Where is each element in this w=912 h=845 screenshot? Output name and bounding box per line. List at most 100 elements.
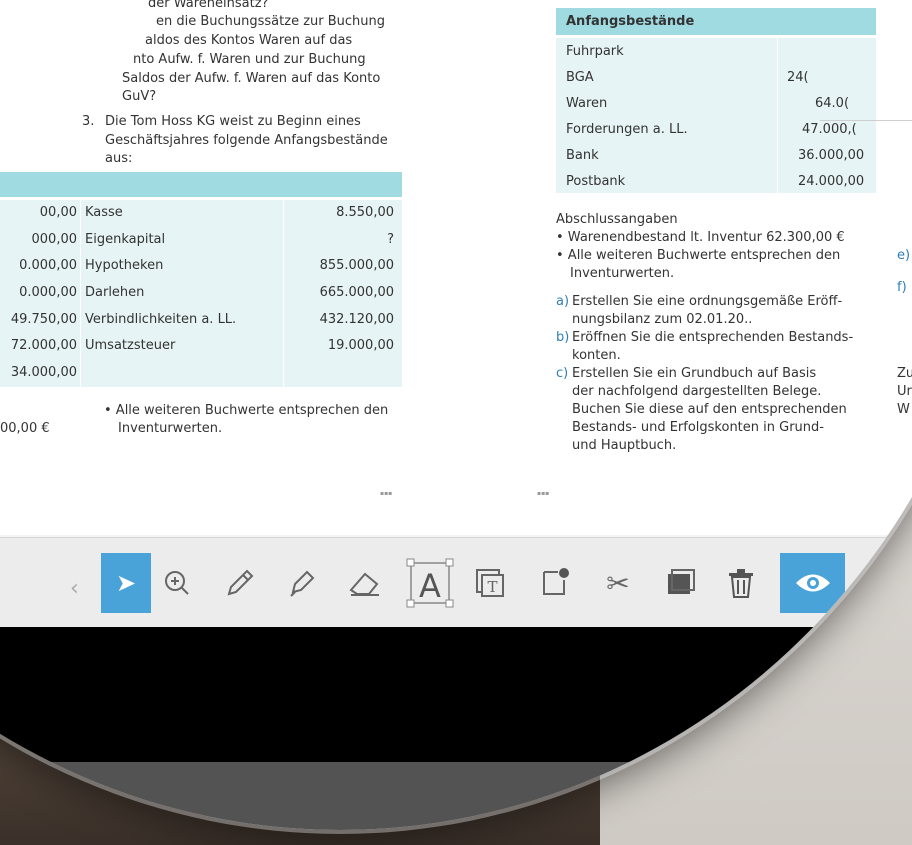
row-value: 24.000,00	[798, 174, 865, 189]
row-value: 64.0(	[815, 96, 850, 111]
trash-icon	[729, 569, 753, 598]
question-line: nto Aufw. f. Waren und zur Buchung	[133, 52, 366, 67]
table-divider	[283, 200, 284, 388]
pencil-tool-button[interactable]	[215, 553, 265, 613]
row-value: 24(	[787, 70, 809, 85]
note-icon	[543, 568, 569, 595]
screen-black-bar	[0, 627, 912, 762]
row-label: Forderungen a. LL.	[566, 122, 688, 137]
scissors-icon: ✂	[606, 566, 630, 600]
magnifier-lens: der Wareneinsatz? en die Buchungssätze z…	[0, 0, 912, 830]
select-tool-button[interactable]: ➤	[101, 553, 151, 613]
text-field-icon: T	[476, 569, 504, 597]
highlighter-tool-button[interactable]	[277, 553, 327, 613]
item-number: 3.	[82, 114, 95, 129]
task-letter: e)	[897, 248, 911, 263]
eye-icon	[795, 574, 830, 592]
text-box-tool-button[interactable]: A	[405, 553, 455, 613]
task-letter: c)	[556, 366, 569, 381]
bullet-line: Inventurwerten.	[118, 421, 223, 436]
task-line: Erstellen Sie ein Grundbuch auf Basis	[572, 366, 817, 381]
page-marker: ▪▪▪	[537, 490, 550, 497]
task-letter: b)	[556, 330, 570, 345]
highlighter-icon	[290, 570, 315, 597]
pencil-icon	[227, 569, 254, 596]
row-value: 36.000,00	[798, 148, 865, 163]
left-value: 49.750,00	[10, 312, 77, 327]
text-field-tool-button[interactable]: T	[465, 553, 515, 613]
layer-icon	[668, 569, 695, 594]
row-label: Postbank	[566, 174, 626, 189]
row-value: 47.000,(	[802, 122, 857, 137]
row-label: BGA	[566, 70, 594, 85]
row-label: Eigenkapital	[85, 232, 166, 247]
closing-bullet: • Alle weiteren Buchwerte entsprechen de…	[556, 248, 841, 263]
task-line: Buchen Sie diese auf den entsprechenden	[572, 402, 847, 417]
cut-tool-button[interactable]: ✂	[593, 553, 643, 613]
question-line: Saldos der Aufw. f. Waren auf das Konto	[122, 71, 381, 86]
task-line: Erstellen Sie eine ordnungsgemäße Eröff-	[572, 294, 843, 309]
task-line: nungsbilanz zum 02.01.20..	[572, 312, 753, 327]
pointer-arrow-icon: ➤	[115, 569, 137, 597]
row-label: Fuhrpark	[566, 44, 624, 59]
table-divider	[777, 38, 778, 194]
question-line: der Wareneinsatz?	[148, 0, 269, 11]
task-letter: f)	[897, 280, 907, 295]
row-value: 8.550,00	[336, 205, 394, 220]
table-title: Anfangsbestände	[566, 14, 695, 29]
left-value: 34.000,00	[10, 365, 77, 380]
scroll-right-icon[interactable]: ›	[870, 576, 879, 601]
row-value: ?	[387, 232, 394, 247]
row-value: 19.000,00	[327, 338, 394, 353]
left-value: 00,00	[39, 205, 77, 220]
layer-tool-button[interactable]	[655, 553, 705, 613]
task-line: konten.	[572, 348, 621, 363]
note-tool-button[interactable]	[530, 553, 580, 613]
text-box-icon: A	[406, 558, 454, 608]
item-text-line: Die Tom Hoss KG weist zu Beginn eines	[105, 114, 361, 129]
document-spread: der Wareneinsatz? en die Buchungssätze z…	[0, 0, 912, 535]
zoom-in-icon	[165, 571, 189, 595]
lens-content: der Wareneinsatz? en die Buchungssätze z…	[0, 0, 912, 830]
eraser-tool-button[interactable]	[340, 553, 390, 613]
row-label: Hypotheken	[85, 258, 164, 273]
delete-tool-button[interactable]	[716, 553, 766, 613]
visibility-tool-button[interactable]	[780, 553, 845, 613]
edge-line: Zu	[897, 366, 912, 381]
table-header-band	[0, 172, 402, 197]
row-label: Kasse	[85, 205, 123, 220]
left-value: 0.000,00	[19, 258, 77, 273]
row-value: 432.120,00	[319, 312, 394, 327]
annotation-toolbar: ‹ ➤ A T ✂ ›	[0, 537, 912, 627]
row-label: Darlehen	[85, 285, 145, 300]
row-label: Waren	[566, 96, 608, 111]
task-line: der nachfolgend dargestellten Belege.	[572, 384, 822, 399]
task-line: Eröffnen Sie die entsprechenden Bestands…	[572, 330, 854, 345]
left-value: 000,00	[31, 232, 78, 247]
bottom-left-value: 00,00 €	[0, 421, 50, 436]
edge-line: Ur	[897, 384, 912, 399]
closing-bullet: Inventurwerten.	[570, 266, 675, 281]
eraser-icon	[349, 572, 379, 596]
row-value: 665.000,00	[319, 285, 394, 300]
closing-bullet: • Warenendbestand lt. Inventur 62.300,00…	[556, 230, 845, 245]
row-label: Bank	[566, 148, 599, 163]
task-line: und Hauptbuch.	[572, 438, 677, 453]
bullet-line: • Alle weiteren Buchwerte entsprechen de…	[104, 403, 389, 418]
row-label: Umsatzsteuer	[85, 338, 176, 353]
question-line: GuV?	[122, 89, 157, 104]
edge-line: W	[897, 402, 910, 417]
question-line: aldos des Kontos Waren auf das	[145, 33, 353, 48]
zoom-tool-button[interactable]	[152, 553, 202, 613]
svg-text:A: A	[419, 567, 441, 605]
task-letter: a)	[556, 294, 570, 309]
photo-scene: der Wareneinsatz? en die Buchungssätze z…	[0, 0, 912, 845]
closing-title: Abschlussangaben	[556, 212, 678, 227]
page-marker: ▪▪▪	[380, 490, 393, 497]
screen-bezel	[0, 762, 912, 830]
table-body	[556, 38, 876, 194]
page-edge-line	[820, 120, 912, 121]
scroll-left-icon[interactable]: ‹	[70, 576, 79, 601]
item-text-line: Geschäftsjahres folgende Anfangsbestände	[105, 133, 388, 148]
svg-text:T: T	[487, 578, 497, 596]
